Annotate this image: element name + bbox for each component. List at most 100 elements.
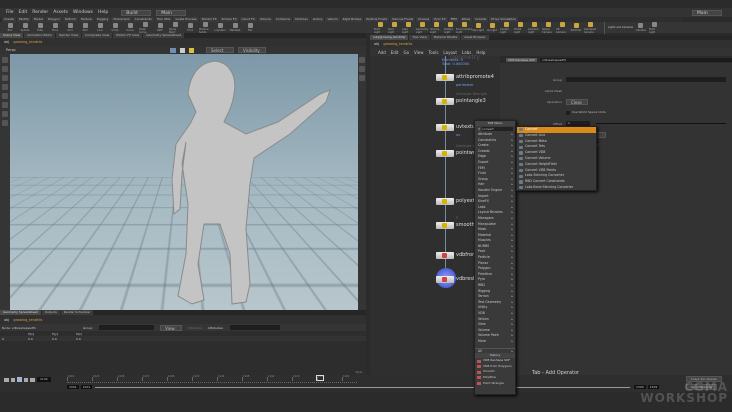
column-header[interactable]: P[z] bbox=[76, 332, 100, 336]
camera-icon[interactable] bbox=[2, 120, 8, 126]
tool-sphere[interactable]: Sphere bbox=[19, 23, 31, 32]
path-obj[interactable]: obj bbox=[374, 42, 379, 46]
submenu-item-labs-bone-skinning-converter[interactable]: Labs Bone Skinning Converter bbox=[517, 185, 596, 191]
offset-slider[interactable] bbox=[596, 123, 726, 124]
node-name[interactable]: attribpromote4 bbox=[456, 74, 494, 80]
tool-torus[interactable]: Torus bbox=[49, 23, 61, 32]
tool-spray-paint[interactable]: Spray Paint bbox=[169, 21, 181, 34]
tool-vr-camera[interactable]: VR Camera bbox=[556, 21, 568, 34]
stop-icon[interactable] bbox=[17, 377, 22, 382]
node-uvtexture[interactable] bbox=[436, 124, 454, 131]
tool-draw-curve[interactable]: Draw Curve bbox=[139, 21, 151, 34]
tool-caustic-light[interactable]: Caustic Light bbox=[500, 21, 512, 34]
move-icon[interactable] bbox=[2, 66, 8, 72]
right-shelf-tab[interactable]: Lights and Cameras bbox=[608, 26, 633, 29]
tool-switcher[interactable]: Switcher bbox=[570, 23, 582, 32]
node-smooth[interactable] bbox=[436, 222, 454, 229]
path-geo[interactable]: growing_tendrils bbox=[383, 42, 412, 46]
path-geo[interactable]: growing_tendrils bbox=[13, 318, 42, 322]
column-header[interactable]: P[x] bbox=[28, 332, 52, 336]
playhead[interactable] bbox=[316, 375, 324, 381]
desktop-dropdown[interactable]: Main bbox=[156, 9, 187, 16]
path-geo[interactable]: growing_tendrils bbox=[13, 40, 42, 44]
select-tool-icon[interactable] bbox=[170, 47, 176, 53]
step-back-icon[interactable] bbox=[11, 377, 15, 382]
path-obj[interactable]: obj bbox=[4, 40, 9, 44]
menu-tools[interactable]: Tools bbox=[429, 50, 439, 55]
right-desktop-dropdown[interactable]: Main bbox=[692, 9, 722, 16]
handle-icon[interactable] bbox=[189, 47, 194, 53]
select-mode-dropdown[interactable]: Select bbox=[206, 47, 234, 53]
visibility-dropdown[interactable]: Visibility bbox=[238, 47, 266, 53]
group-field[interactable] bbox=[99, 325, 155, 330]
menu-help[interactable]: Help bbox=[98, 10, 108, 15]
shaded-icon[interactable] bbox=[359, 75, 365, 81]
play-icon[interactable] bbox=[24, 377, 28, 382]
node-pointwrangle[interactable] bbox=[436, 150, 454, 157]
tool-l-system[interactable]: L-System bbox=[214, 23, 226, 32]
tool-distant-light[interactable]: Distant Light bbox=[444, 21, 456, 34]
tool-circle[interactable]: Circle bbox=[109, 23, 121, 32]
tool-stereo-camera[interactable]: Stereo Camera bbox=[542, 21, 554, 34]
paint-icon[interactable] bbox=[2, 111, 8, 117]
node-polyextrude[interactable] bbox=[436, 198, 454, 205]
tool-volume-light[interactable]: Volume Light bbox=[430, 21, 442, 34]
current-frame-field[interactable]: 1142 bbox=[37, 377, 51, 382]
tool-spot-light[interactable]: Spot Light bbox=[388, 21, 400, 34]
tool-null[interactable]: Null bbox=[79, 23, 91, 32]
menu-edit[interactable]: Edit bbox=[391, 50, 399, 55]
menu-edit[interactable]: Edit bbox=[19, 10, 28, 15]
jump-end-icon[interactable] bbox=[30, 377, 35, 382]
scale-icon[interactable] bbox=[2, 84, 8, 90]
jump-start-icon[interactable] bbox=[4, 377, 9, 382]
node-name-field[interactable]: vdbreshapesdf1 bbox=[540, 57, 732, 62]
node-pointangle3[interactable] bbox=[436, 98, 454, 105]
tool-line[interactable]: Line bbox=[94, 23, 106, 32]
tool-ambient-light[interactable]: Ambient Light bbox=[528, 21, 540, 34]
node-vdbreshapesdf1[interactable] bbox=[436, 276, 454, 283]
intrinsics-dropdown[interactable]: Intrinsics bbox=[188, 326, 202, 330]
operation-dropdown[interactable]: Close bbox=[566, 99, 588, 105]
transform-icon[interactable] bbox=[180, 47, 185, 53]
node-name[interactable]: smooth bbox=[456, 222, 475, 228]
start-range-field[interactable]: 1001 bbox=[80, 385, 93, 389]
attributes-field[interactable] bbox=[229, 325, 280, 330]
node-name[interactable]: pointangle3 bbox=[456, 98, 486, 104]
tool-portal-light[interactable]: Portal Light bbox=[514, 21, 526, 34]
menu-windows[interactable]: Windows bbox=[73, 10, 93, 15]
tool-gi-light[interactable]: GI Light bbox=[486, 23, 498, 32]
param-checkbox[interactable] bbox=[566, 111, 570, 115]
scene-viewport[interactable] bbox=[10, 54, 358, 310]
select-icon[interactable] bbox=[2, 57, 8, 63]
view-dropdown[interactable]: View bbox=[160, 324, 183, 331]
history-item-point-wrangle[interactable]: Point Wrangle bbox=[475, 381, 515, 387]
tool-font[interactable]: Font bbox=[184, 23, 196, 32]
tool-curve[interactable]: Curve bbox=[124, 23, 136, 32]
param-field-group[interactable] bbox=[566, 77, 726, 82]
node-vdbfrompolygons[interactable] bbox=[436, 252, 454, 259]
tool-gamepad-camera[interactable]: Gamepad Camera bbox=[584, 21, 596, 34]
menu-item-more[interactable]: More bbox=[475, 339, 515, 345]
tool-environment-light[interactable]: Environment Light bbox=[456, 21, 472, 34]
column-header[interactable]: P[y] bbox=[52, 332, 76, 336]
tool-file[interactable]: File bbox=[244, 23, 256, 32]
menu-item-all[interactable]: All bbox=[475, 347, 515, 354]
start-frame-field[interactable]: 1001 bbox=[67, 385, 79, 389]
display-options-icon[interactable] bbox=[359, 57, 365, 63]
menu-view[interactable]: View bbox=[414, 50, 424, 55]
tool-grid[interactable]: Grid bbox=[64, 23, 76, 32]
tool-geometry-light[interactable]: Geometry Light bbox=[416, 21, 428, 34]
range-slider[interactable] bbox=[95, 387, 630, 388]
tool-camera[interactable]: Camera bbox=[635, 23, 647, 32]
tool-point-light[interactable]: Point Light bbox=[649, 21, 661, 34]
build-dropdown[interactable]: Build bbox=[121, 9, 152, 16]
tool-path[interactable]: Path bbox=[154, 23, 166, 32]
wireframe-icon[interactable] bbox=[359, 66, 365, 72]
menu-render[interactable]: Render bbox=[32, 10, 48, 15]
menu-go[interactable]: Go bbox=[404, 50, 410, 55]
handle-icon[interactable] bbox=[2, 93, 8, 99]
menu-add[interactable]: Add bbox=[378, 50, 386, 55]
node-attribpromote4[interactable] bbox=[436, 74, 454, 81]
tool-box[interactable]: Box bbox=[4, 23, 16, 32]
search-input[interactable]: convert bbox=[482, 127, 513, 131]
